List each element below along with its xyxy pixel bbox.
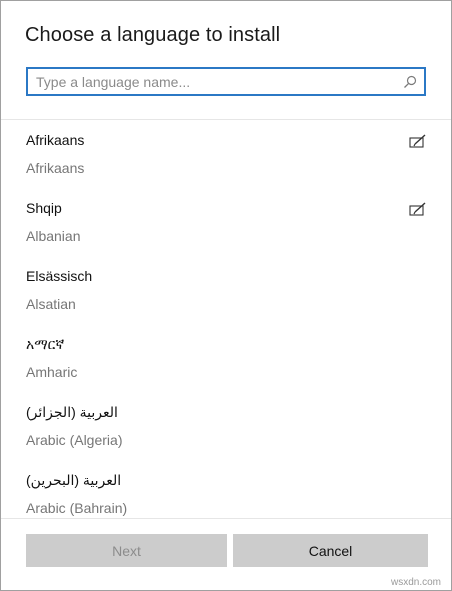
list-item[interactable]: Afrikaans Afrikaans [1,120,451,188]
handwriting-icon [409,202,426,216]
language-english-name: Arabic (Algeria) [26,432,123,448]
watermark-text: wsxdn.com [390,577,441,588]
language-native-name: አማርኛ [26,336,65,352]
list-item[interactable]: Elsässisch Alsatian [1,256,451,324]
language-english-name: Arabic (Bahrain) [26,500,128,516]
search-input[interactable] [36,69,396,94]
next-button[interactable]: Next [26,534,227,567]
language-native-name: العربية (الجزائر) [26,404,118,420]
language-list[interactable]: Afrikaans Afrikaans Shqip Albanian Elsäs… [1,120,451,518]
cancel-button[interactable]: Cancel [233,534,428,567]
list-item[interactable]: العربية (البحرين) Arabic (Bahrain) [1,460,451,518]
language-native-name: العربية (البحرين) [26,472,122,488]
search-icon[interactable] [403,75,417,89]
list-item[interactable]: አማርኛ Amharic [1,324,451,392]
list-item[interactable]: العربية (الجزائر) Arabic (Algeria) [1,392,451,460]
language-native-name: Afrikaans [26,132,85,148]
language-native-name: Shqip [26,200,62,216]
bottom-divider [1,518,451,519]
language-english-name: Alsatian [26,296,76,312]
language-native-name: Elsässisch [26,268,93,284]
language-english-name: Albanian [26,228,81,244]
language-english-name: Amharic [26,364,78,380]
language-english-name: Afrikaans [26,160,85,176]
dialog-title: Choose a language to install [25,24,281,46]
search-box[interactable] [26,67,426,96]
handwriting-icon [409,134,426,148]
list-item[interactable]: Shqip Albanian [1,188,451,256]
language-install-dialog: Choose a language to install Afrikaans A… [0,0,452,591]
